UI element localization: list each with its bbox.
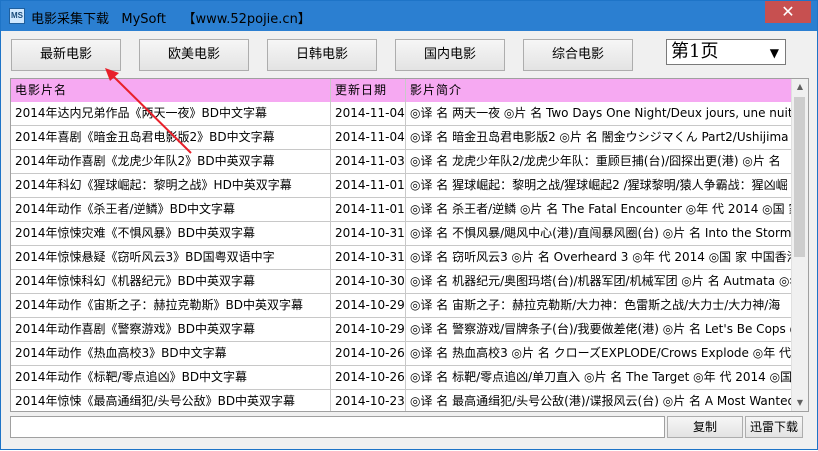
close-button[interactable]: ✕ bbox=[765, 1, 811, 23]
cell-movie-name[interactable]: 2014年动作喜剧《警察游戏》BD中英双字幕 bbox=[11, 318, 331, 342]
cell-update-date[interactable]: 2014-10-31 bbox=[331, 246, 406, 270]
cell-update-date[interactable]: 2014-11-04 bbox=[331, 102, 406, 126]
cell-update-date[interactable]: 2014-11-01 bbox=[331, 198, 406, 222]
cell-update-date[interactable]: 2014-10-29 bbox=[331, 294, 406, 318]
cell-description[interactable]: ◎译 名 猩球崛起：黎明之战/猩球崛起2 /猩球黎明/猿人争霸战：猩凶崛 bbox=[406, 174, 793, 198]
cell-description[interactable]: ◎译 名 不惧风暴/飓风中心(港)/直闯暴风圈(台) ◎片 名 Into the… bbox=[406, 222, 793, 246]
cell-movie-name[interactable]: 2014年动作《宙斯之子：赫拉克勒斯》BD中英双字幕 bbox=[11, 294, 331, 318]
column-header-desc[interactable]: 影片简介 bbox=[406, 79, 793, 102]
copy-button[interactable]: 复制 bbox=[667, 416, 743, 438]
cell-update-date[interactable]: 2014-10-29 bbox=[331, 318, 406, 342]
japan-korea-movies-button[interactable]: 日韩电影 bbox=[267, 39, 377, 71]
thunder-download-button[interactable]: 迅雷下载 bbox=[745, 416, 803, 438]
cell-movie-name[interactable]: 2014年惊悚《最高通缉犯/头号公敌》BD中英双字幕 bbox=[11, 390, 331, 411]
cell-description[interactable]: ◎译 名 标靶/零点追凶/单刀直入 ◎片 名 The Target ◎年 代 2… bbox=[406, 366, 793, 390]
cell-update-date[interactable]: 2014-10-26 bbox=[331, 366, 406, 390]
latest-movies-button[interactable]: 最新电影 bbox=[11, 39, 121, 71]
cell-movie-name[interactable]: 2014年惊悚悬疑《窃听风云3》BD国粤双语中字 bbox=[11, 246, 331, 270]
cell-update-date[interactable]: 2014-11-04 bbox=[331, 126, 406, 150]
cell-update-date[interactable]: 2014-11-03 bbox=[331, 150, 406, 174]
app-icon: MS bbox=[9, 8, 25, 24]
vertical-scrollbar[interactable]: ▲ ▼ bbox=[791, 79, 808, 411]
cell-description[interactable]: ◎译 名 暗金丑岛君电影版2 ◎片 名 闇金ウシジマくん Part2/Ushij… bbox=[406, 126, 793, 150]
page-select[interactable]: 第1页 ▼ bbox=[666, 39, 786, 65]
cell-description[interactable]: ◎译 名 两天一夜 ◎片 名 Two Days One Night/Deux j… bbox=[406, 102, 793, 126]
cell-movie-name[interactable]: 2014年动作《标靶/零点追凶》BD中文字幕 bbox=[11, 366, 331, 390]
domestic-movies-button[interactable]: 国内电影 bbox=[395, 39, 505, 71]
cell-movie-name[interactable]: 2014年科幻《猩球崛起：黎明之战》HD中英双字幕 bbox=[11, 174, 331, 198]
column-header-name[interactable]: 电影片名 bbox=[11, 79, 331, 102]
column-header-date[interactable]: 更新日期 bbox=[331, 79, 406, 102]
grid-header: 电影片名 更新日期 影片简介 bbox=[11, 79, 793, 102]
chevron-down-icon: ▼ bbox=[769, 46, 779, 60]
cell-description[interactable]: ◎译 名 热血高校3 ◎片 名 クローズEXPLODE/Crows Explod… bbox=[406, 342, 793, 366]
page-select-value: 第1页 bbox=[671, 41, 719, 62]
western-movies-button[interactable]: 欧美电影 bbox=[139, 39, 249, 71]
window-title: 电影采集下载 MySoft 【www.52pojie.cn】 bbox=[31, 12, 311, 27]
cell-update-date[interactable]: 2014-11-01 bbox=[331, 174, 406, 198]
cell-description[interactable]: ◎译 名 宙斯之子：赫拉克勒斯/大力神：色雷斯之战/大力士/大力神/海 bbox=[406, 294, 793, 318]
app-window: MS 电影采集下载 MySoft 【www.52pojie.cn】 ✕ 最新电影… bbox=[0, 0, 818, 450]
cell-movie-name[interactable]: 2014年达内兄弟作品《两天一夜》BD中文字幕 bbox=[11, 102, 331, 126]
cell-description[interactable]: ◎译 名 杀王者/逆鳞 ◎片 名 The Fatal Encounter ◎年 … bbox=[406, 198, 793, 222]
movie-grid[interactable]: 电影片名 更新日期 影片简介 2014年达内兄弟作品《两天一夜》BD中文字幕 20… bbox=[10, 78, 809, 412]
cell-update-date[interactable]: 2014-10-30 bbox=[331, 270, 406, 294]
cell-description[interactable]: ◎译 名 窃听风云3 ◎片 名 Overheard 3 ◎年 代 2014 ◎国… bbox=[406, 246, 793, 270]
cell-movie-name[interactable]: 2014年喜剧《暗金丑岛君电影版2》BD中文字幕 bbox=[11, 126, 331, 150]
url-field[interactable] bbox=[10, 416, 665, 438]
cell-update-date[interactable]: 2014-10-31 bbox=[331, 222, 406, 246]
mixed-movies-button[interactable]: 综合电影 bbox=[523, 39, 633, 71]
scroll-down-icon[interactable]: ▼ bbox=[792, 395, 808, 411]
cell-description[interactable]: ◎译 名 机器纪元/奥图玛塔(台)/机器军团/机械军团 ◎片 名 Autmata… bbox=[406, 270, 793, 294]
cell-update-date[interactable]: 2014-10-23 bbox=[331, 390, 406, 411]
cell-description[interactable]: ◎译 名 警察游戏/冒牌条子(台)/我要做差佬(港) ◎片 名 Let's Be… bbox=[406, 318, 793, 342]
cell-description[interactable]: ◎译 名 最高通缉犯/头号公敌(港)/谍报风云(台) ◎片 名 A Most W… bbox=[406, 390, 793, 411]
cell-update-date[interactable]: 2014-10-26 bbox=[331, 342, 406, 366]
title-bar[interactable]: MS 电影采集下载 MySoft 【www.52pojie.cn】 ✕ bbox=[1, 1, 817, 31]
scroll-thumb[interactable] bbox=[794, 97, 805, 257]
cell-movie-name[interactable]: 2014年惊悚科幻《机器纪元》BD中英双字幕 bbox=[11, 270, 331, 294]
cell-description[interactable]: ◎译 名 龙虎少年队2/龙虎少年队：重顾巨捕(台)/囧探出更(港) ◎片 名 bbox=[406, 150, 793, 174]
cell-movie-name[interactable]: 2014年惊悚灾难《不惧风暴》BD中英双字幕 bbox=[11, 222, 331, 246]
cell-movie-name[interactable]: 2014年动作喜剧《龙虎少年队2》BD中英双字幕 bbox=[11, 150, 331, 174]
cell-movie-name[interactable]: 2014年动作《热血高校3》BD中文字幕 bbox=[11, 342, 331, 366]
cell-movie-name[interactable]: 2014年动作《杀王者/逆鳞》BD中文字幕 bbox=[11, 198, 331, 222]
scroll-up-icon[interactable]: ▲ bbox=[792, 79, 808, 95]
